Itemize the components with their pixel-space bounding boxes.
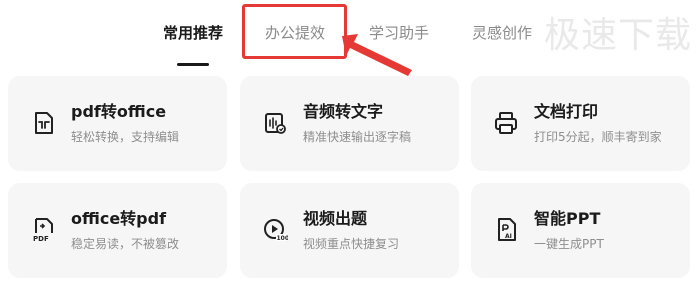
video-quiz-icon: 100: [264, 219, 289, 242]
card-title: office转pdf: [71, 209, 167, 228]
highlight-box: [242, 4, 347, 59]
card-desc: 稳定易读，不被篡改: [71, 237, 180, 251]
card-title: 文档打印: [534, 102, 599, 121]
tab-inspiration-creation[interactable]: 灵感创作: [472, 18, 532, 48]
card-desc: 轻松转换，支持编辑: [71, 130, 180, 144]
card-audio-to-text[interactable]: 音频转文字 精准快速输出逐字稿: [240, 76, 459, 171]
ppt-ai-icon: AI: [498, 218, 516, 241]
card-document-print[interactable]: 文档打印 打印5分起，顺丰寄到家: [471, 76, 690, 171]
app-page: 极速下载 常用推荐 办公提效 学习助手 灵感创作 pdf转office 轻松转换…: [0, 0, 700, 304]
printer-icon: [495, 112, 517, 134]
card-title: 视频出题: [303, 209, 368, 228]
active-tab-indicator: [177, 63, 209, 66]
tab-common-recommend[interactable]: 常用推荐: [163, 18, 223, 48]
pdf-convert-icon: [35, 112, 53, 134]
svg-text:100: 100: [277, 235, 289, 242]
card-title: 智能PPT: [534, 209, 601, 228]
svg-text:AI: AI: [505, 233, 512, 240]
card-pdf-to-office[interactable]: pdf转office 轻松转换，支持编辑: [8, 76, 227, 171]
card-office-to-pdf[interactable]: PDF office转pdf 稳定易读，不被篡改: [8, 183, 227, 278]
card-desc: 精准快速输出逐字稿: [303, 130, 412, 144]
card-title: 音频转文字: [303, 102, 384, 121]
pdf-file-icon: PDF: [33, 218, 53, 243]
svg-text:PDF: PDF: [33, 235, 49, 243]
card-title: pdf转office: [71, 102, 167, 121]
card-desc: 视频重点快捷复习: [303, 237, 400, 251]
card-desc: 打印5分起，顺丰寄到家: [534, 130, 662, 144]
card-smart-ppt[interactable]: AI 智能PPT 一键生成PPT: [471, 183, 690, 278]
card-desc: 一键生成PPT: [534, 237, 604, 251]
card-video-quiz[interactable]: 100 视频出题 视频重点快捷复习: [240, 183, 459, 278]
audio-to-text-icon: [265, 113, 286, 134]
